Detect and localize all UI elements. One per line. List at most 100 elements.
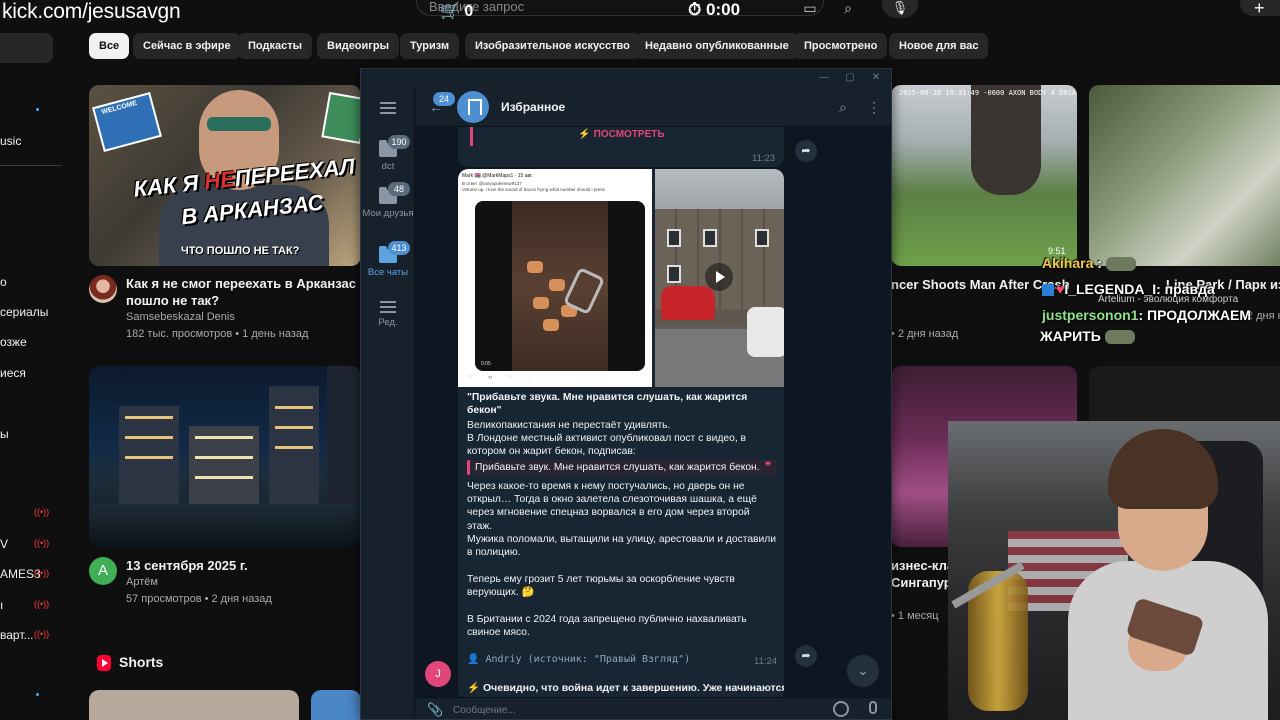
- sidebar-channel[interactable]: V: [0, 537, 8, 551]
- post-author[interactable]: 👤 Andriy (источник: "Правый Взгляд"): [467, 654, 690, 665]
- telegram-folder-sidebar: 190 dct 48 Мои друзья 413 Все чаты Ред.: [361, 87, 415, 719]
- street-video[interactable]: [655, 169, 784, 387]
- video-thumbnail[interactable]: WELCOME КАК Я НЕПЕРЕЕХАЛ В АРКАНЗАС ЧТО …: [89, 85, 361, 266]
- chat-emote-icon: [1105, 257, 1136, 272]
- attach-icon[interactable]: 📎: [427, 702, 443, 718]
- cart-icon: 🛒: [440, 3, 460, 20]
- tweet-video: 0:05: [475, 201, 645, 371]
- minimize-icon[interactable]: —: [817, 71, 831, 85]
- channel-avatar[interactable]: A: [89, 557, 117, 585]
- voice-search-button[interactable]: 🎙: [882, 0, 918, 18]
- sidebar-item[interactable]: ы: [0, 427, 9, 441]
- chat-text: ЖАРИТЬ: [1040, 328, 1101, 344]
- sidebar-selected-item[interactable]: [0, 33, 53, 63]
- chat-sponsor-text: Artelium - эволюция комфорта: [1098, 294, 1239, 305]
- white-van: [747, 307, 784, 357]
- chip-watched[interactable]: Просмотрено: [794, 33, 888, 59]
- chip-tourism[interactable]: Туризм: [400, 33, 460, 59]
- emoji-icon[interactable]: [833, 701, 849, 717]
- view-link-button[interactable]: ⚡ ПОСМОТРЕТЬ: [470, 127, 770, 146]
- sidebar-item-series[interactable]: сериалы: [0, 305, 48, 319]
- chip-podcasts[interactable]: Подкасты: [238, 33, 312, 59]
- sender-avatar[interactable]: J: [425, 661, 451, 687]
- maximize-icon[interactable]: ▢: [843, 71, 857, 85]
- sidebar-item-liked[interactable]: иеся: [0, 366, 26, 380]
- thumbnail-window-lights: [275, 446, 313, 449]
- post-paragraph: Великопакистания не перестаёт удивлять.: [467, 420, 671, 431]
- keyboard-icon[interactable]: ▭: [800, 0, 820, 18]
- message-list[interactable]: ⚡ ПОСМОТРЕТЬ 11:23 ➦ Mark 🇬🇧 @MarkMaps1 …: [415, 127, 891, 697]
- channel-name[interactable]: Артём: [126, 576, 158, 588]
- more-options-icon[interactable]: ⋮: [867, 99, 881, 116]
- search-icon[interactable]: ⌕: [839, 99, 847, 116]
- folder-my-friends[interactable]: 48 Мои друзья: [361, 182, 415, 238]
- close-icon[interactable]: ✕: [869, 71, 883, 85]
- sliders-icon: [380, 301, 396, 313]
- new-content-dot: [36, 108, 39, 111]
- video-thumbnail[interactable]: [1089, 366, 1280, 426]
- video-title[interactable]: 13 сентября 2025 г.: [126, 557, 248, 574]
- search-icon[interactable]: ⌕: [838, 0, 858, 18]
- message-input[interactable]: [453, 700, 823, 719]
- chat-header: ← 24 Избранное ⌕ ⋮: [415, 87, 891, 127]
- channel-avatar[interactable]: [89, 275, 117, 303]
- post-paragraph: Через какое-то время к нему постучались,…: [467, 481, 757, 532]
- sidebar-item[interactable]: o: [0, 275, 7, 289]
- message-time: 11:23: [752, 153, 776, 164]
- hamburger-menu-icon[interactable]: [380, 102, 396, 114]
- thumbnail-window-lights: [125, 456, 173, 459]
- webcam-overlay: [948, 421, 1280, 720]
- chevron-down-icon: ⌄: [857, 663, 869, 678]
- chip-new-for-you[interactable]: Новое для вас: [889, 33, 989, 59]
- message-time: 11:24: [754, 656, 778, 667]
- channel-name[interactable]: Samsebeskazal Denis: [126, 311, 235, 323]
- microphone-icon[interactable]: [869, 701, 877, 714]
- chat-message: ЖАРИТЬ: [1040, 328, 1135, 345]
- chat-title[interactable]: Избранное: [501, 100, 565, 114]
- scroll-down-button[interactable]: ⌄: [847, 655, 879, 687]
- thumbnail-window-lights: [275, 426, 313, 429]
- message-composer: 📎: [415, 697, 891, 719]
- short-thumbnail[interactable]: [89, 690, 299, 720]
- search-box[interactable]: Введите запрос: [416, 0, 824, 16]
- chip-all[interactable]: Все: [89, 33, 130, 59]
- unread-badge: 48: [388, 182, 410, 196]
- play-icon[interactable]: [705, 263, 733, 291]
- house-window: [703, 229, 717, 247]
- live-icon: ((•)): [34, 568, 50, 578]
- create-button[interactable]: +: [1240, 0, 1280, 18]
- chat-text: :: [1097, 255, 1102, 271]
- video-thumbnail[interactable]: [1089, 85, 1280, 266]
- short-thumbnail[interactable]: [311, 690, 361, 720]
- chip-fine-art[interactable]: Изобразительное искусство: [465, 33, 640, 59]
- video-meta: 57 просмотров • 2 дня назад: [126, 593, 272, 605]
- post-paragraph: Мужика поломали, вытащили на улицу, арес…: [467, 534, 777, 559]
- tweet-screenshot-image[interactable]: Mark 🇬🇧 @MarkMaps1 · 15 авг. В ответ @ia…: [458, 169, 652, 387]
- unread-badge: 413: [388, 241, 410, 255]
- sidebar-item-music[interactable]: usic: [0, 134, 21, 148]
- chip-videogames[interactable]: Видеоигры: [317, 33, 399, 59]
- video-thumbnail[interactable]: [89, 366, 361, 547]
- sidebar-channel[interactable]: варт...: [0, 628, 34, 642]
- folder-edit[interactable]: Ред.: [361, 293, 415, 349]
- house-window: [667, 229, 681, 247]
- post-paragraph: Теперь ему грозит 5 лет тюрьмы за оскорб…: [467, 574, 735, 599]
- shorts-icon: [97, 655, 111, 671]
- live-icon: ((•)): [34, 538, 50, 548]
- thumbnail-window-lights: [195, 456, 253, 459]
- tweet-video-duration: 0:05: [481, 361, 491, 367]
- chip-live[interactable]: Сейчас в эфире: [133, 33, 241, 59]
- video-thumbnail[interactable]: 2025-09-28 19:31:49 -0600 AXON BODY 4 D0…: [891, 85, 1077, 266]
- video-title[interactable]: Как я не смог переехать в Арканзас | Что…: [126, 275, 390, 309]
- chip-recently-uploaded[interactable]: Недавно опубликованные: [635, 33, 799, 59]
- forward-icon[interactable]: ➦: [795, 645, 817, 667]
- forward-icon[interactable]: ➦: [795, 140, 817, 162]
- sidebar-item-later[interactable]: озже: [0, 335, 27, 349]
- bookmark-icon[interactable]: [457, 91, 489, 123]
- video-meta: • 2 дня назад: [891, 328, 959, 340]
- sidebar-channel[interactable]: ı: [0, 598, 3, 612]
- thumbnail-building: [327, 366, 361, 506]
- folder-all-chats[interactable]: 413 Все чаты: [361, 241, 415, 297]
- message-bubble: ⚡ ПОСМОТРЕТЬ 11:23: [458, 127, 784, 167]
- red-car: [661, 286, 715, 320]
